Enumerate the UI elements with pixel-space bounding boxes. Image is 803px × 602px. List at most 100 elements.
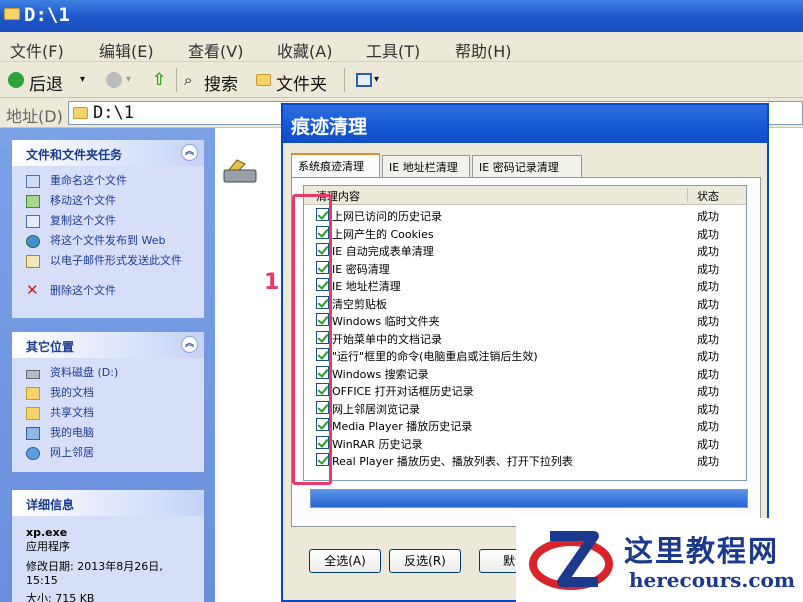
list-item[interactable]: "运行"框里的命令(电脑重启或注销后生效) 成功 [304, 346, 746, 364]
file-tasks-header[interactable]: 文件和文件夹任务 ︽ [12, 140, 204, 166]
menu-help[interactable]: 帮助(H) [455, 38, 512, 62]
installer-icon[interactable] [223, 158, 257, 184]
row-status: 成功 [697, 280, 719, 293]
annotation-marker: 1 [264, 270, 280, 295]
delete-icon: ✕ [26, 281, 39, 299]
forward-dropdown-icon[interactable]: ▾ [126, 74, 131, 85]
progress-bar [310, 489, 748, 508]
row-status: 成功 [697, 245, 719, 258]
task-publish-web[interactable]: 将这个文件发布到 Web [24, 232, 204, 252]
task-rename[interactable]: 重命名这个文件 [24, 172, 204, 192]
collapse-icon[interactable]: ︽ [181, 144, 198, 161]
details-body: xp.exe 应用程序 修改日期: 2013年8月26日, 15:15 大小: … [12, 516, 204, 602]
row-status: 成功 [697, 210, 719, 223]
place-shared-documents[interactable]: 共享文档 [24, 404, 204, 424]
place-my-documents-label: 我的文档 [50, 386, 94, 399]
list-item[interactable]: 上网产生的 Cookies 成功 [304, 224, 746, 242]
column-status[interactable]: 状态 [697, 188, 719, 204]
row-status: 成功 [697, 437, 719, 451]
row-status: 成功 [697, 350, 719, 363]
menu-tools[interactable]: 工具(T) [366, 38, 420, 62]
row-label: WinRAR 历史记录 [332, 437, 423, 451]
row-label: 清空剪贴板 [332, 297, 387, 311]
task-copy[interactable]: 复制这个文件 [24, 212, 204, 232]
list-item[interactable]: OFFICE 打开对话框历史记录 成功 [304, 381, 746, 399]
tab-system-cleanup[interactable]: 系统痕迹清理 [291, 153, 380, 177]
row-label: IE 地址栏清理 [332, 280, 401, 293]
row-status: 成功 [697, 367, 719, 381]
file-tasks-panel: 文件和文件夹任务 ︽ 重命名这个文件 移动这个文件 复制这个文件 将这个文件发布… [12, 140, 204, 318]
task-email[interactable]: 以电子邮件形式发送此文件 [24, 252, 204, 282]
details-modified-time: 15:15 [26, 574, 58, 587]
explorer-title-bar: D:\1 [0, 0, 803, 32]
row-status: 成功 [697, 315, 719, 328]
row-status: 成功 [697, 455, 719, 468]
list-item[interactable]: IE 地址栏清理 成功 [304, 276, 746, 294]
select-all-button[interactable]: 全选(A) [309, 549, 381, 573]
row-label: 开始菜单中的文档记录 [332, 332, 442, 346]
computer-icon [26, 427, 40, 440]
place-network[interactable]: 网上邻居 [24, 444, 204, 464]
collapse-icon[interactable]: ︽ [181, 336, 198, 353]
row-label: 上网已访问的历史记录 [332, 210, 442, 223]
list-item[interactable]: 网上邻居浏览记录 成功 [304, 399, 746, 417]
row-status: 成功 [697, 385, 719, 398]
tab-ie-password-cleanup[interactable]: IE 密码记录清理 [472, 155, 582, 177]
details-modified: 修改日期: 2013年8月26日, [26, 560, 163, 573]
list-item[interactable]: 清空剪贴板 成功 [304, 294, 746, 312]
task-email-label: 以电子邮件形式发送此文件 [50, 254, 182, 267]
shared-folder-icon [26, 407, 40, 420]
list-item[interactable]: IE 自动完成表单清理 成功 [304, 241, 746, 259]
forward-icon[interactable] [106, 72, 122, 88]
watermark-chinese: 这里教程网 [624, 534, 780, 568]
list-item[interactable]: Real Player 播放历史、播放列表、打开下拉列表 成功 [304, 451, 746, 469]
views-icon[interactable] [356, 73, 372, 87]
address-label: 地址(D) [6, 107, 63, 126]
place-data-disk-label: 资料磁盘 (D:) [50, 366, 119, 379]
task-move[interactable]: 移动这个文件 [24, 192, 204, 212]
details-type: 应用程序 [26, 540, 70, 553]
list-item[interactable]: Media Player 播放历史记录 成功 [304, 416, 746, 434]
back-label: 后退 [29, 75, 63, 95]
list-item[interactable]: Windows 临时文件夹 成功 [304, 311, 746, 329]
list-item[interactable]: 开始菜单中的文档记录 成功 [304, 329, 746, 347]
cleanup-list[interactable]: 清理内容 状态 上网已访问的历史记录 成功 上网产生的 Cookies 成功 IE 自动… [303, 185, 747, 481]
list-item[interactable]: 上网已访问的历史记录 成功 [304, 206, 746, 224]
copy-icon [26, 215, 40, 228]
task-copy-label: 复制这个文件 [50, 214, 116, 227]
documents-icon [26, 387, 40, 400]
up-folder-icon[interactable]: ⇧ [152, 70, 166, 90]
details-header[interactable]: 详细信息 [12, 490, 204, 516]
menu-file[interactable]: 文件(F) [10, 38, 64, 62]
tab-ie-address-cleanup[interactable]: IE 地址栏清理 [382, 155, 470, 177]
other-places-header[interactable]: 其它位置 ︽ [12, 332, 204, 358]
task-publish-label: 将这个文件发布到 Web [50, 234, 166, 247]
details-title: 详细信息 [26, 498, 75, 512]
folder-icon [256, 74, 271, 86]
place-data-disk[interactable]: 资料磁盘 (D:) [24, 364, 204, 384]
row-label: Real Player 播放历史、播放列表、打开下拉列表 [332, 455, 573, 468]
invert-selection-button[interactable]: 反选(R) [389, 549, 461, 573]
place-my-computer[interactable]: 我的电脑 [24, 424, 204, 444]
views-dropdown-icon[interactable]: ▾ [374, 74, 379, 85]
place-my-documents[interactable]: 我的文档 [24, 384, 204, 404]
row-label: IE 密码清理 [332, 262, 390, 276]
menu-view[interactable]: 查看(V) [188, 38, 243, 62]
list-item[interactable]: IE 密码清理 成功 [304, 259, 746, 277]
window-title: D:\1 [24, 4, 70, 26]
row-label: 网上邻居浏览记录 [332, 402, 420, 416]
move-icon [26, 195, 40, 208]
network-icon [26, 447, 40, 460]
row-label: Windows 搜索记录 [332, 367, 429, 381]
task-delete[interactable]: ✕ 删除这个文件 [24, 282, 204, 302]
row-label: IE 自动完成表单清理 [332, 245, 434, 258]
email-icon [26, 255, 40, 268]
back-dropdown-icon[interactable]: ▾ [80, 74, 85, 85]
list-item[interactable]: Windows 搜索记录 成功 [304, 364, 746, 382]
menu-bar: 文件(F) 编辑(E) 查看(V) 收藏(A) 工具(T) 帮助(H) [0, 32, 803, 62]
place-my-computer-label: 我的电脑 [50, 426, 94, 439]
watermark: 这里教程网 herecours.com [516, 518, 803, 602]
menu-favorites[interactable]: 收藏(A) [277, 38, 332, 62]
menu-edit[interactable]: 编辑(E) [99, 38, 154, 62]
list-item[interactable]: WinRAR 历史记录 成功 [304, 434, 746, 452]
